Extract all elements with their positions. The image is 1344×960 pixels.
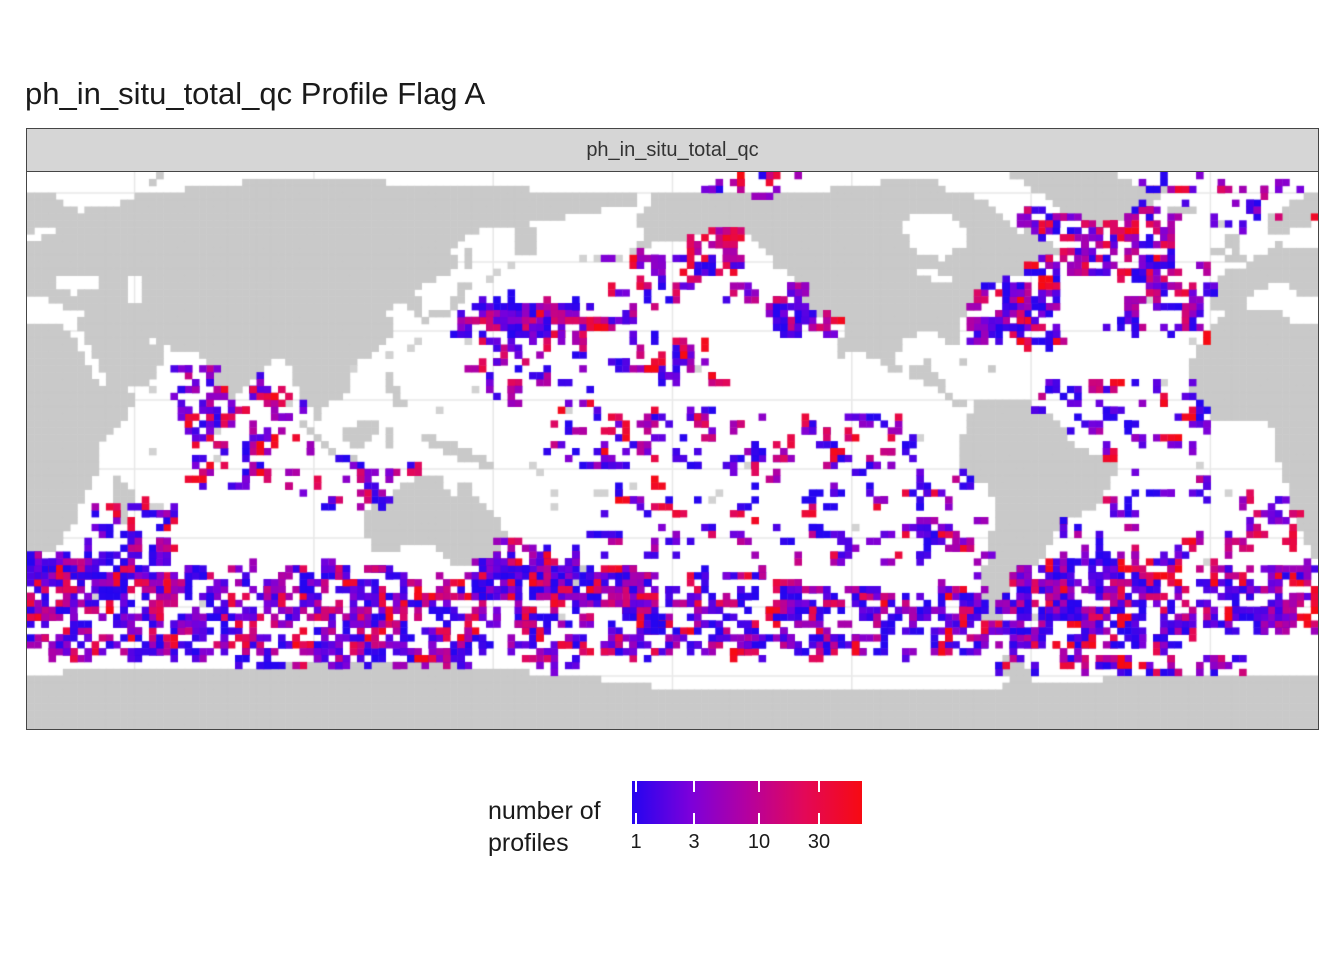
- legend-tick-mark: [635, 781, 637, 792]
- legend-tick-mark: [818, 781, 820, 792]
- legend-title-line1: number of: [488, 795, 601, 827]
- plot-title: ph_in_situ_total_qc Profile Flag A: [25, 76, 485, 112]
- legend-tick-label: 1: [630, 831, 641, 854]
- world-map-canvas: [27, 172, 1318, 729]
- colorbar-legend: number of profiles 1 3 10 30: [0, 775, 1344, 895]
- legend-tick-mark: [818, 813, 820, 824]
- figure: ph_in_situ_total_qc Profile Flag A ph_in…: [0, 0, 1344, 960]
- legend-tick-mark: [635, 813, 637, 824]
- facet-strip-label: ph_in_situ_total_qc: [586, 139, 758, 162]
- legend-tick-mark: [693, 813, 695, 824]
- legend-tick-mark: [758, 781, 760, 792]
- legend-title: number of profiles: [488, 795, 601, 859]
- legend-tick-mark: [758, 813, 760, 824]
- legend-tick-label: 3: [688, 831, 699, 854]
- legend-tick-label: 30: [808, 831, 830, 854]
- legend-tick-mark: [693, 781, 695, 792]
- legend-gradient-bar: [632, 781, 862, 824]
- facet-strip: ph_in_situ_total_qc: [26, 128, 1319, 172]
- legend-tick-label: 10: [748, 831, 770, 854]
- map-panel: [26, 171, 1319, 730]
- legend-title-line2: profiles: [488, 827, 601, 859]
